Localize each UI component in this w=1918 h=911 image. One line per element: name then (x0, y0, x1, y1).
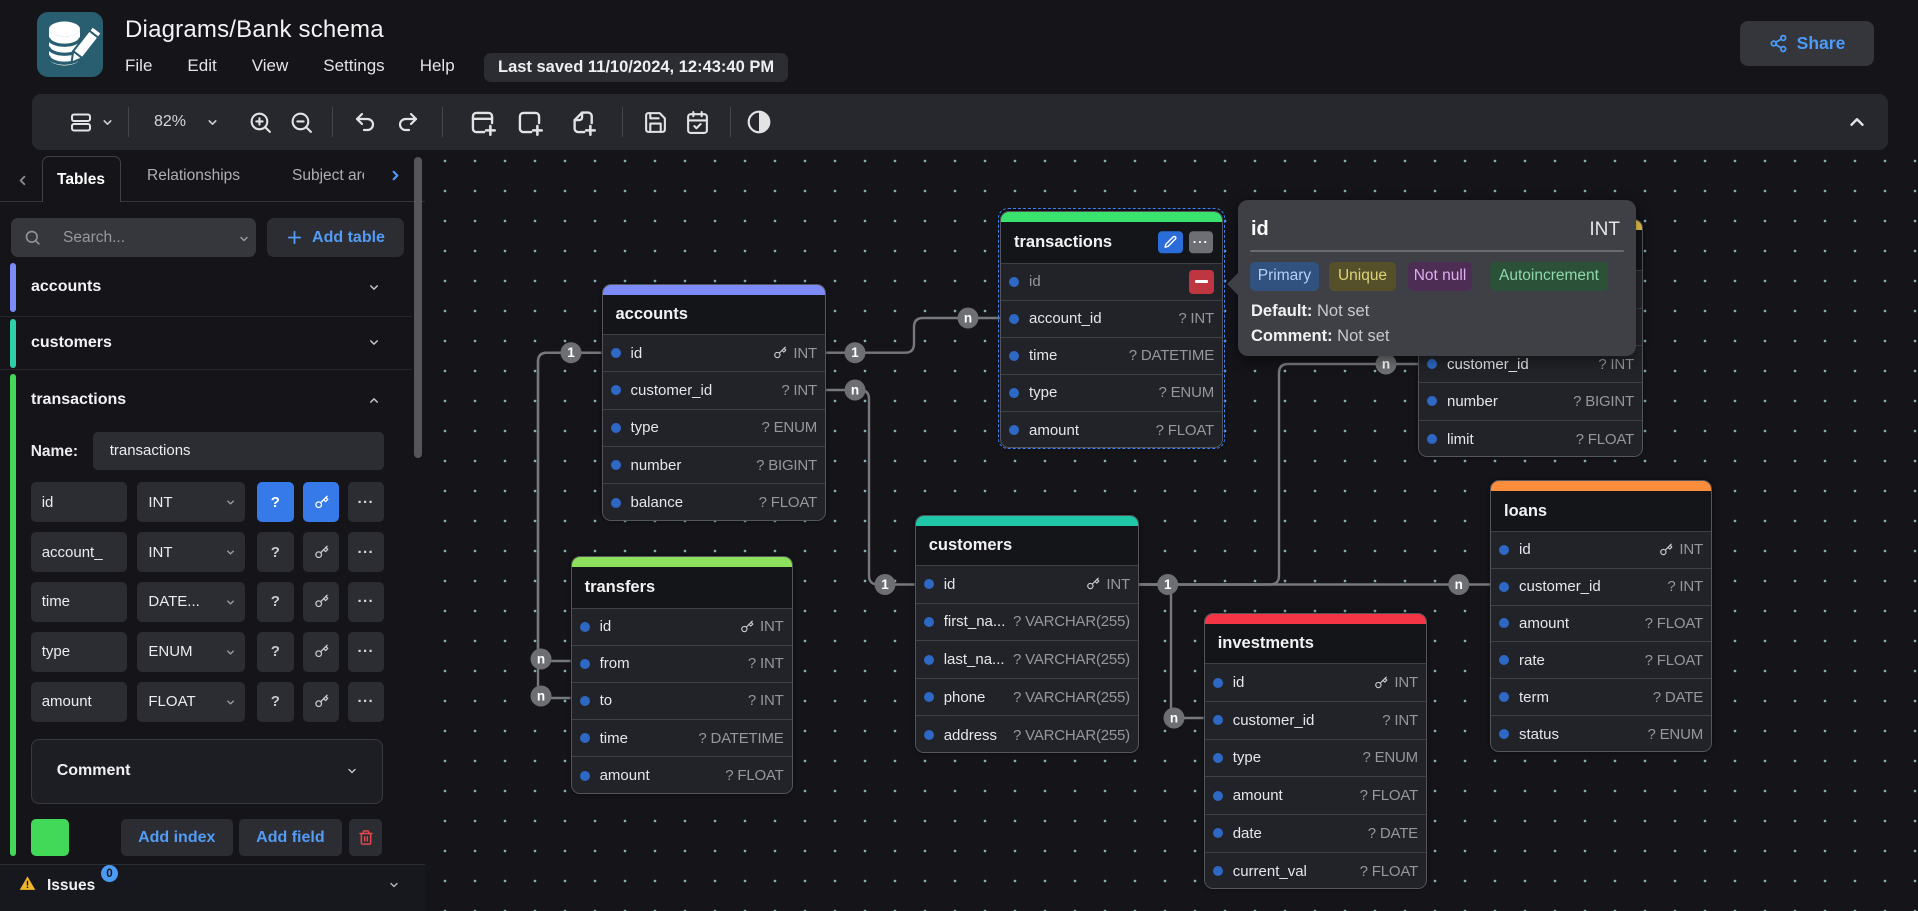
svg-text:1: 1 (881, 577, 889, 592)
svg-text:n: n (1455, 577, 1463, 592)
svg-text:n: n (964, 311, 972, 326)
svg-text:1: 1 (851, 345, 859, 360)
svg-text:1: 1 (1164, 577, 1172, 592)
svg-text:n: n (537, 689, 545, 704)
svg-text:n: n (851, 383, 859, 398)
svg-text:n: n (1170, 711, 1178, 726)
svg-text:n: n (1382, 357, 1390, 372)
svg-text:n: n (537, 652, 545, 667)
svg-text:1: 1 (567, 345, 575, 360)
